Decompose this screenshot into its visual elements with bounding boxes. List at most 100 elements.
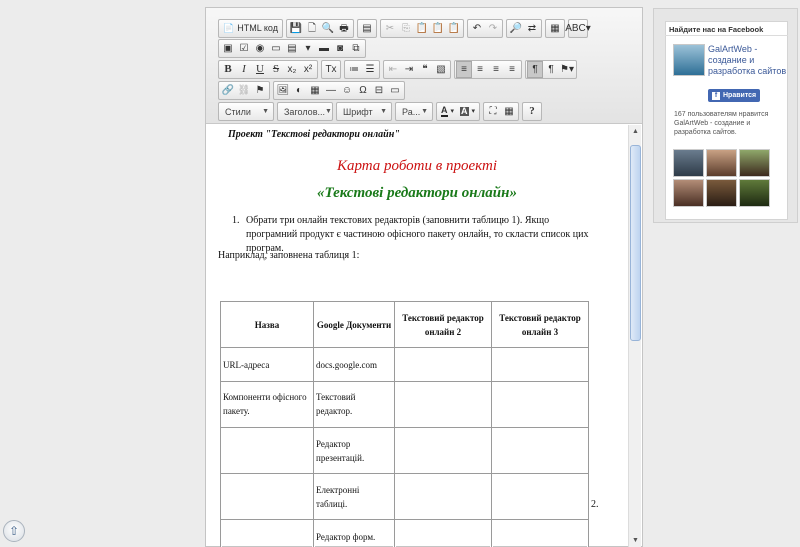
new-page-button[interactable]: 🗋 bbox=[304, 20, 320, 37]
rtl-button[interactable]: ¶ bbox=[543, 61, 559, 78]
styles-dropdown[interactable]: Стили ▼ bbox=[218, 102, 274, 121]
show-blocks-button[interactable]: ▦ bbox=[501, 103, 517, 120]
fan-avatar[interactable] bbox=[706, 149, 737, 177]
outdent-button[interactable]: ⇤ bbox=[385, 61, 401, 78]
checkbox-button[interactable]: ☑ bbox=[236, 40, 252, 57]
numbered-list-button[interactable]: ≔ bbox=[346, 61, 362, 78]
superscript-label: x² bbox=[303, 63, 313, 75]
unlink-button[interactable]: ⛓ bbox=[236, 82, 252, 99]
facebook-page-name[interactable]: GalArtWeb - создание и разработка сайтов bbox=[708, 44, 788, 77]
heading-dropdown-label: Заголов... bbox=[284, 106, 325, 117]
fan-avatar[interactable] bbox=[739, 149, 770, 177]
superscript-button[interactable]: x² bbox=[300, 61, 316, 78]
editor-scrollbar[interactable]: ▲ ▼ bbox=[628, 125, 641, 547]
size-dropdown[interactable]: Ра... ▼ bbox=[395, 102, 433, 121]
scroll-down-icon[interactable]: ▼ bbox=[630, 535, 641, 546]
editor-toolbar: 📄 HTML код 💾 🗋 🔍 🖶 ▤ ✂ ⎘ 📋 📋 📋 ↶ ↷ 🔎 ⇄ ▦ ABC▾ ▣ ☑ ◉ ▭ ▤ ▾ ▬ ◙ ⧉ B… bbox=[206, 8, 642, 124]
anchor-button[interactable]: ⚑ bbox=[252, 82, 268, 99]
find-button[interactable]: 🔎 bbox=[508, 20, 524, 37]
bg-color-button[interactable]: A ▾ bbox=[457, 103, 478, 120]
scroll-up-icon[interactable]: ▲ bbox=[630, 126, 641, 137]
align-left-button[interactable]: ≡ bbox=[456, 61, 472, 78]
ltr-button[interactable]: ¶ bbox=[527, 61, 543, 78]
font-dropdown[interactable]: Шрифт ▼ bbox=[336, 102, 392, 121]
copy-button[interactable]: ⎘ bbox=[398, 20, 414, 37]
scroll-to-top-button[interactable]: ⇧ bbox=[3, 520, 25, 542]
cut-button[interactable]: ✂ bbox=[382, 20, 398, 37]
toolbar-group: ¶ ¶ ⚑▾ bbox=[525, 60, 577, 79]
special-char-button[interactable]: Ω bbox=[355, 82, 371, 99]
fan-avatar[interactable] bbox=[673, 149, 704, 177]
stray-list-number: 2. bbox=[591, 499, 599, 510]
strike-button[interactable]: S bbox=[268, 61, 284, 78]
bold-button[interactable]: B bbox=[220, 61, 236, 78]
fan-avatar[interactable] bbox=[739, 179, 770, 207]
pagebreak-button[interactable]: ⊟ bbox=[371, 82, 387, 99]
checkbox-icon: ☑ bbox=[239, 42, 249, 54]
textfield-button[interactable]: ▭ bbox=[268, 40, 284, 57]
facebook-page-logo[interactable] bbox=[673, 44, 705, 76]
align-center-button[interactable]: ≡ bbox=[472, 61, 488, 78]
paste-word-button[interactable]: 📋 bbox=[446, 20, 462, 37]
radio-button[interactable]: ◉ bbox=[252, 40, 268, 57]
scrollbar-thumb[interactable] bbox=[630, 145, 641, 341]
preview-button[interactable]: 🔍 bbox=[320, 20, 336, 37]
facebook-like-button[interactable]: f Нравится bbox=[708, 89, 761, 102]
project-line: Проект "Текстові редактори онлайн" bbox=[228, 129, 400, 140]
remove-format-label: Tx bbox=[325, 63, 337, 75]
print-button[interactable]: 🖶 bbox=[336, 20, 352, 37]
link-button[interactable]: 🔗 bbox=[220, 82, 236, 99]
align-justify-button[interactable]: ≡ bbox=[504, 61, 520, 78]
subscript-button[interactable]: x₂ bbox=[284, 61, 300, 78]
table-button[interactable]: ▦ bbox=[307, 82, 323, 99]
subscript-label: x₂ bbox=[287, 63, 297, 75]
form-button[interactable]: ▣ bbox=[220, 40, 236, 57]
select-all-button[interactable]: ▦ bbox=[547, 20, 563, 37]
hiddenfield-button[interactable]: ⧉ bbox=[348, 40, 364, 57]
table-row: URL-адреса docs.google.com bbox=[220, 347, 589, 382]
spellcheck-button[interactable]: ABC▾ bbox=[565, 20, 591, 37]
heading-dropdown[interactable]: Заголов... ▼ bbox=[277, 102, 333, 121]
maximize-button[interactable]: ⛶ bbox=[485, 103, 501, 120]
fan-avatar[interactable] bbox=[706, 179, 737, 207]
paste-text-button[interactable]: 📋 bbox=[430, 20, 446, 37]
blockquote-button[interactable]: ❝ bbox=[417, 61, 433, 78]
div-button[interactable]: ▧ bbox=[433, 61, 449, 78]
italic-button[interactable]: I bbox=[236, 61, 252, 78]
redo-button[interactable]: ↷ bbox=[485, 20, 501, 37]
html-source-button[interactable]: 📄 HTML код bbox=[220, 20, 281, 37]
help-button[interactable]: ? bbox=[524, 103, 540, 120]
cut-icon: ✂ bbox=[385, 22, 395, 34]
underline-button[interactable]: U bbox=[252, 61, 268, 78]
button-button[interactable]: ▬ bbox=[316, 40, 332, 57]
image-button[interactable]: 🖼 bbox=[275, 82, 291, 99]
undo-button[interactable]: ↶ bbox=[469, 20, 485, 37]
undo-icon: ↶ bbox=[472, 22, 482, 34]
align-right-button[interactable]: ≡ bbox=[488, 61, 504, 78]
editor-content-area[interactable]: Проект "Текстові редактори онлайн" Карта… bbox=[206, 125, 628, 547]
image-icon: 🖼 bbox=[276, 84, 290, 96]
size-dropdown-label: Ра... bbox=[402, 106, 421, 117]
select-button[interactable]: ▾ bbox=[300, 40, 316, 57]
fan-avatar[interactable] bbox=[673, 179, 704, 207]
save-button[interactable]: 💾 bbox=[288, 20, 304, 37]
templates-button[interactable]: ▤ bbox=[359, 20, 375, 37]
flash-button[interactable]: ◐ bbox=[291, 82, 307, 99]
text-color-button[interactable]: A ▾ bbox=[438, 103, 457, 120]
imagebutton-button[interactable]: ◙ bbox=[332, 40, 348, 57]
chevron-down-icon: ▼ bbox=[380, 108, 387, 115]
indent-button[interactable]: ⇥ bbox=[401, 61, 417, 78]
table-row: Електронні таблиці. bbox=[220, 473, 589, 520]
hline-button[interactable]: ― bbox=[323, 82, 339, 99]
bulleted-list-button[interactable]: ☰ bbox=[362, 61, 378, 78]
smiley-button[interactable]: ☺ bbox=[339, 82, 355, 99]
paste-button[interactable]: 📋 bbox=[414, 20, 430, 37]
remove-format-button[interactable]: Tx bbox=[323, 61, 339, 78]
language-button[interactable]: ⚑▾ bbox=[559, 61, 575, 78]
hiddenfield-icon: ⧉ bbox=[352, 42, 360, 54]
textarea-button[interactable]: ▤ bbox=[284, 40, 300, 57]
replace-button[interactable]: ⇄ bbox=[524, 20, 540, 37]
imagebutton-icon: ◙ bbox=[336, 42, 344, 54]
table-header-cell: Google Документи bbox=[313, 301, 395, 348]
iframe-button[interactable]: ▭ bbox=[387, 82, 403, 99]
